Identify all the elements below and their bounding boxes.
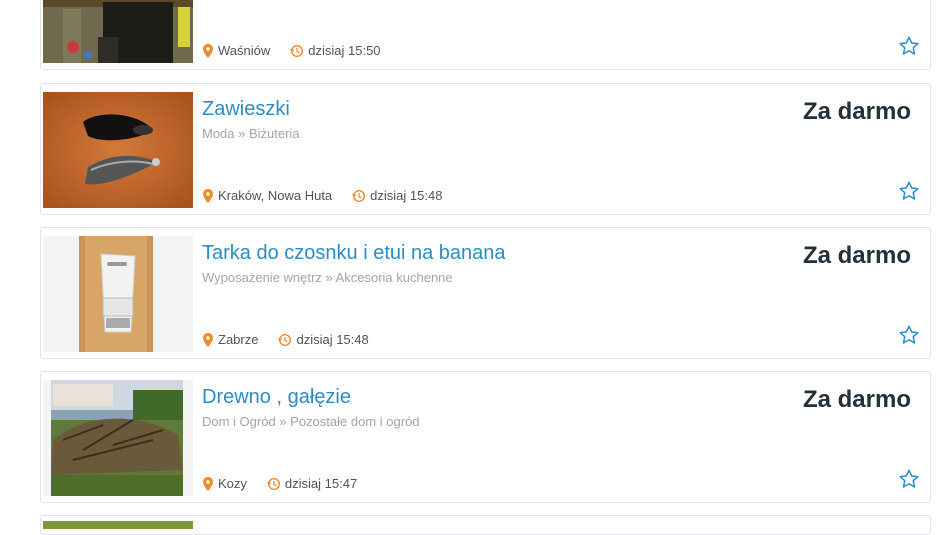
listing-category: Wyposażenie wnętrz » Akcesoria kuchenne xyxy=(202,270,453,285)
listing-card[interactable] xyxy=(40,515,931,535)
map-pin-icon xyxy=(202,43,214,58)
listing-card[interactable]: Waśniów dzisiaj 15:50 xyxy=(40,0,931,70)
listing-location: Kozy xyxy=(218,476,247,491)
listing-location: Zabrze xyxy=(218,332,259,347)
listing-thumbnail[interactable] xyxy=(43,521,193,529)
clock-history-icon xyxy=(267,477,281,491)
listing-time: dzisiaj 15:48 xyxy=(370,188,443,203)
listing-price: Za darmo xyxy=(802,242,911,269)
map-pin-icon xyxy=(202,332,214,347)
listing-category: Moda » Biżuteria xyxy=(202,126,300,141)
listing-meta: Kozy dzisiaj 15:47 xyxy=(202,476,357,491)
listing-location: Kraków, Nowa Huta xyxy=(218,188,333,203)
listing-meta: Zabrze dzisiaj 15:48 xyxy=(202,332,369,347)
listing-title[interactable]: Tarka do czosnku i etui na banana xyxy=(202,242,506,265)
listing-thumbnail[interactable] xyxy=(43,380,193,496)
listing-thumbnail[interactable] xyxy=(43,236,193,352)
listing-card[interactable]: Zawieszki Moda » Biżuteria Za darmo Krak… xyxy=(40,83,931,215)
clock-history-icon xyxy=(352,189,366,203)
listing-card[interactable]: Tarka do czosnku i etui na banana Wyposa… xyxy=(40,227,931,359)
map-pin-icon xyxy=(202,476,214,491)
clock-history-icon xyxy=(278,333,292,347)
star-outline-icon[interactable] xyxy=(898,180,920,202)
listing-meta: Kraków, Nowa Huta dzisiaj 15:48 xyxy=(202,188,442,203)
star-outline-icon[interactable] xyxy=(898,324,920,346)
clock-history-icon xyxy=(290,44,304,58)
listing-thumbnail[interactable] xyxy=(43,92,193,208)
listing-category: Dom i Ogród » Pozostałe dom i ogród xyxy=(202,414,420,429)
listing-price: Za darmo xyxy=(802,386,911,413)
listing-location: Waśniów xyxy=(218,43,271,58)
listing-card[interactable]: Drewno , gałęzie Dom i Ogród » Pozostałe… xyxy=(40,371,931,503)
listing-meta: Waśniów dzisiaj 15:50 xyxy=(202,43,381,58)
map-pin-icon xyxy=(202,188,214,203)
star-outline-icon[interactable] xyxy=(898,35,920,57)
listing-title[interactable]: Drewno , gałęzie xyxy=(202,386,351,409)
listing-time: dzisiaj 15:50 xyxy=(308,43,381,58)
star-outline-icon[interactable] xyxy=(898,468,920,490)
listing-time: dzisiaj 15:48 xyxy=(296,332,369,347)
listing-time: dzisiaj 15:47 xyxy=(284,476,358,491)
listing-price: Za darmo xyxy=(802,98,911,125)
listing-title[interactable]: Zawieszki xyxy=(202,98,290,121)
listing-thumbnail[interactable] xyxy=(43,0,193,63)
